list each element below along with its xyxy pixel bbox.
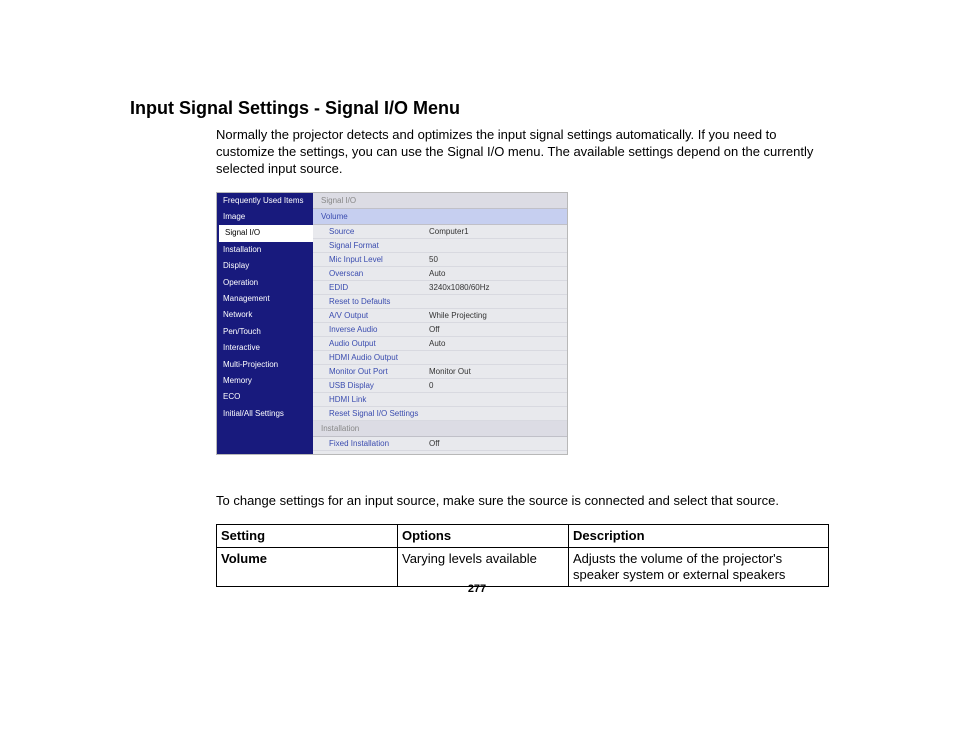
menu-row: USB Display0 bbox=[313, 379, 567, 393]
table-header: Setting bbox=[217, 524, 398, 547]
settings-table: Setting Options Description Volume Varyi… bbox=[216, 524, 829, 588]
nav-item: Management bbox=[217, 291, 313, 307]
row-value: 3240x1080/60Hz bbox=[429, 283, 490, 292]
section-header: Installation bbox=[313, 421, 567, 437]
nav-item: ECO bbox=[217, 389, 313, 405]
row-label: HDMI Audio Output bbox=[329, 353, 429, 362]
nav-item: Operation bbox=[217, 275, 313, 291]
nav-item: Memory bbox=[217, 373, 313, 389]
intro-paragraph: Normally the projector detects and optim… bbox=[130, 127, 837, 178]
menu-row: HDMI Link bbox=[313, 393, 567, 407]
row-label: USB Display bbox=[329, 381, 429, 390]
row-value: Off bbox=[429, 439, 440, 448]
row-label: Overscan bbox=[329, 269, 429, 278]
menu-row: Signal Format bbox=[313, 239, 567, 253]
row-label: Audio Output bbox=[329, 339, 429, 348]
cell-description: Adjusts the volume of the projector's sp… bbox=[569, 547, 829, 587]
menu-row: Monitor Out PortMonitor Out bbox=[313, 365, 567, 379]
lead2-paragraph: To change settings for an input source, … bbox=[130, 493, 837, 510]
row-label: EDID bbox=[329, 283, 429, 292]
row-label: Signal Format bbox=[329, 241, 429, 250]
nav-item: Image bbox=[217, 209, 313, 225]
menu-nav-pane: Frequently Used Items Image Signal I/O I… bbox=[217, 193, 313, 454]
row-label: Reset to Defaults bbox=[329, 297, 429, 306]
nav-item: Initial/All Settings bbox=[217, 406, 313, 422]
row-label: Reset Signal I/O Settings bbox=[329, 409, 429, 418]
menu-row: Reset to Defaults bbox=[313, 295, 567, 309]
menu-row: Mic Input Level50 bbox=[313, 253, 567, 267]
page-title: Input Signal Settings - Signal I/O Menu bbox=[130, 98, 837, 119]
row-value: While Projecting bbox=[429, 311, 487, 320]
section-header-selected: Volume bbox=[313, 209, 567, 225]
cell-setting: Volume bbox=[221, 551, 267, 566]
menu-row: A/V OutputWhile Projecting bbox=[313, 309, 567, 323]
row-label: Mic Input Level bbox=[329, 255, 429, 264]
menu-row: SourceComputer1 bbox=[313, 225, 567, 239]
nav-item: Installation bbox=[217, 242, 313, 258]
row-value: Off bbox=[429, 325, 440, 334]
nav-item: Frequently Used Items bbox=[217, 193, 313, 209]
nav-item-selected: Signal I/O bbox=[217, 225, 313, 241]
row-label: HDMI Link bbox=[329, 395, 429, 404]
row-value: 50 bbox=[429, 255, 438, 264]
menu-content-pane: Signal I/O Volume SourceComputer1 Signal… bbox=[313, 193, 567, 454]
menu-row: Fixed InstallationOff bbox=[313, 437, 567, 451]
cell-options: Varying levels available bbox=[398, 547, 569, 587]
menu-row: HDMI Audio Output bbox=[313, 351, 567, 365]
menu-row: OverscanAuto bbox=[313, 267, 567, 281]
table-row: Volume Varying levels available Adjusts … bbox=[217, 547, 829, 587]
menu-row: Reset Signal I/O Settings bbox=[313, 407, 567, 421]
table-header: Options bbox=[398, 524, 569, 547]
row-label: Monitor Out Port bbox=[329, 367, 429, 376]
section-header: Signal I/O bbox=[313, 193, 567, 209]
row-value: 0 bbox=[429, 381, 433, 390]
row-value: Computer1 bbox=[429, 227, 469, 236]
row-value: Auto bbox=[429, 339, 445, 348]
nav-item: Pen/Touch bbox=[217, 324, 313, 340]
menu-screenshot: Frequently Used Items Image Signal I/O I… bbox=[216, 192, 568, 455]
menu-row: Audio OutputAuto bbox=[313, 337, 567, 351]
table-header-row: Setting Options Description bbox=[217, 524, 829, 547]
nav-item: Display bbox=[217, 258, 313, 274]
row-value: Monitor Out bbox=[429, 367, 471, 376]
menu-row: EDID3240x1080/60Hz bbox=[313, 281, 567, 295]
page-number: 277 bbox=[0, 583, 954, 595]
row-label: A/V Output bbox=[329, 311, 429, 320]
row-label: Inverse Audio bbox=[329, 325, 429, 334]
nav-item: Multi-Projection bbox=[217, 357, 313, 373]
table-header: Description bbox=[569, 524, 829, 547]
row-label: Source bbox=[329, 227, 429, 236]
menu-row: Inverse AudioOff bbox=[313, 323, 567, 337]
nav-item: Network bbox=[217, 307, 313, 323]
nav-item: Interactive bbox=[217, 340, 313, 356]
row-value: Auto bbox=[429, 269, 445, 278]
row-label: Fixed Installation bbox=[329, 439, 429, 448]
